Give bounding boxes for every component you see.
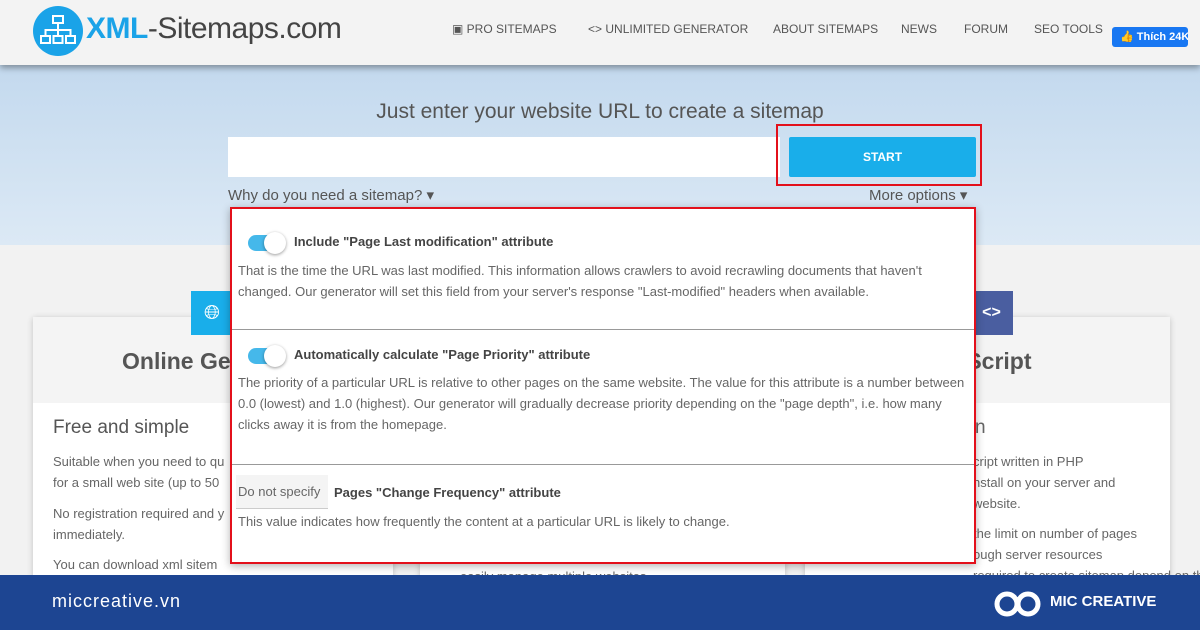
mic-creative-logo-icon [993,588,1043,623]
thumbs-up-icon: 👍 [1120,31,1134,43]
why-sitemap-link[interactable]: Why do you need a sitemap? ▾ [228,186,434,204]
logo-text[interactable]: XML-Sitemaps.com [86,12,342,46]
option-page-priority: Automatically calculate "Page Priority" … [232,330,974,465]
facebook-like-button[interactable]: 👍 Thích 24K [1112,27,1188,47]
option-title: Pages "Change Frequency" attribute [334,485,561,500]
logo-bold: XML [86,12,148,45]
nav-about-sitemaps[interactable]: ABOUT SITEMAPS [773,22,878,36]
card-text: Suitable when you need to qu for a small… [53,454,225,490]
last-modification-toggle[interactable] [248,232,286,254]
option-description: This value indicates how frequently the … [238,514,730,529]
footer-site: miccreative.vn [52,591,182,611]
nav-seo-tools[interactable]: SEO TOOLS [1034,22,1103,36]
option-change-frequency: Do not specify Pages "Change Frequency" … [232,465,974,562]
url-input[interactable] [228,137,780,177]
globe-icon: 🌐︎ [191,291,233,335]
option-description: The priority of a particular URL is rela… [238,375,965,432]
nav-unlimited-generator[interactable]: <> UNLIMITED GENERATOR [588,22,748,36]
card-text: No registration required and y immediate… [53,506,225,542]
nav-pro-sitemaps[interactable]: ▣ PRO SITEMAPS [452,22,557,36]
nav-news[interactable]: NEWS [901,22,937,36]
hero-title: Just enter your website URL to create a … [376,100,824,123]
logo-rest: -Sitemaps.com [147,12,342,45]
page-priority-toggle[interactable] [248,345,286,367]
code-icon: <> [970,291,1013,335]
card-subtitle: Free and simple [53,417,190,438]
highlight-box-start [776,124,982,186]
footer-brand: MIC CREATIVE [1050,593,1157,610]
nav-label: UNLIMITED GENERATOR [605,22,749,36]
change-frequency-select[interactable]: Do not specify [236,475,328,509]
card-text: You can download xml sitem [53,557,218,572]
card-subtitle: n [975,417,986,438]
nav-forum[interactable]: FORUM [964,22,1008,36]
card-text: cript written in PHP nstall on your serv… [973,454,1116,511]
option-description: That is the time the URL was last modifi… [238,263,922,299]
pro-icon: ▣ [452,22,467,36]
card-title: Online Ge [122,348,231,374]
header: XML-Sitemaps.com ▣ PRO SITEMAPS <> UNLIM… [0,0,1200,65]
like-label: Thích 24K [1136,31,1188,43]
code-icon: <> [588,22,606,36]
more-options-link[interactable]: More options ▾ [869,186,967,204]
nav-label: PRO SITEMAPS [466,22,557,36]
sitemap-logo-icon[interactable] [33,6,83,56]
option-title: Include "Page Last modification" attribu… [294,234,554,249]
option-title: Automatically calculate "Page Priority" … [294,347,591,362]
option-last-modification: Include "Page Last modification" attribu… [232,209,974,330]
more-options-panel: Include "Page Last modification" attribu… [230,207,976,564]
footer-banner: miccreative.vn MIC CREATIVE [0,575,1200,630]
